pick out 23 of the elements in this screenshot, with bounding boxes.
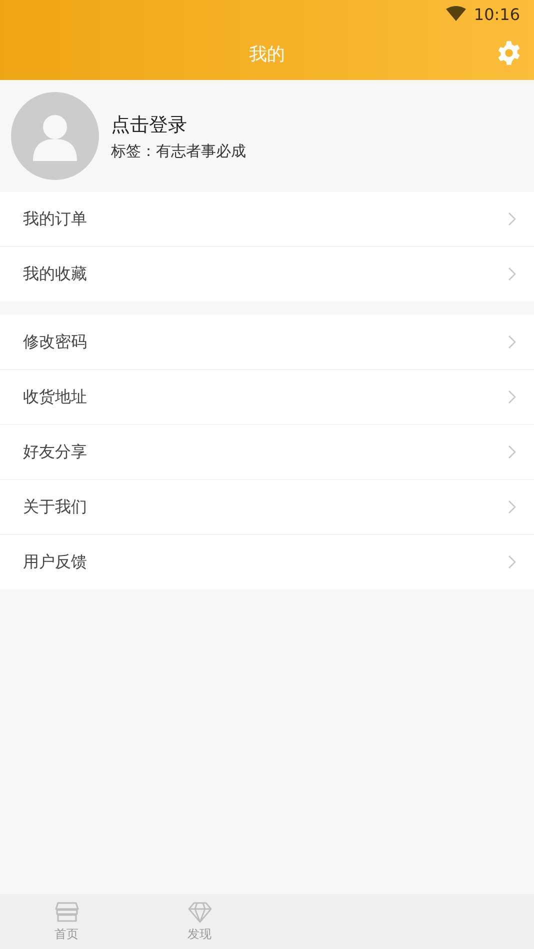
menu-item[interactable]: 收货地址 — [0, 370, 534, 425]
login-link[interactable]: 点击登录 — [111, 112, 246, 138]
chevron-right-icon — [508, 335, 516, 349]
menu-item[interactable]: 修改密码 — [0, 315, 534, 370]
chevron-right-icon — [508, 212, 516, 226]
shop-icon — [54, 900, 78, 922]
menu-item[interactable]: 我的收藏 — [0, 247, 534, 301]
clock-time: 10:16 — [474, 4, 520, 24]
chevron-right-icon — [508, 500, 516, 514]
chevron-right-icon — [508, 555, 516, 569]
chevron-right-icon — [508, 390, 516, 404]
wifi-icon — [446, 6, 466, 22]
profile-tag: 标签：有志者事必成 — [111, 142, 246, 160]
avatar[interactable] — [11, 92, 99, 180]
settings-icon[interactable] — [496, 40, 522, 66]
page-title: 我的 — [249, 43, 285, 66]
menu-item[interactable]: 我的订单 — [0, 192, 534, 247]
chevron-right-icon — [508, 445, 516, 459]
chevron-right-icon — [508, 267, 516, 281]
diamond-icon — [188, 900, 212, 922]
menu-item[interactable]: 好友分享 — [0, 425, 534, 480]
menu-item[interactable]: 用户反馈 — [0, 535, 534, 589]
menu-item[interactable]: 关于我们 — [0, 480, 534, 535]
